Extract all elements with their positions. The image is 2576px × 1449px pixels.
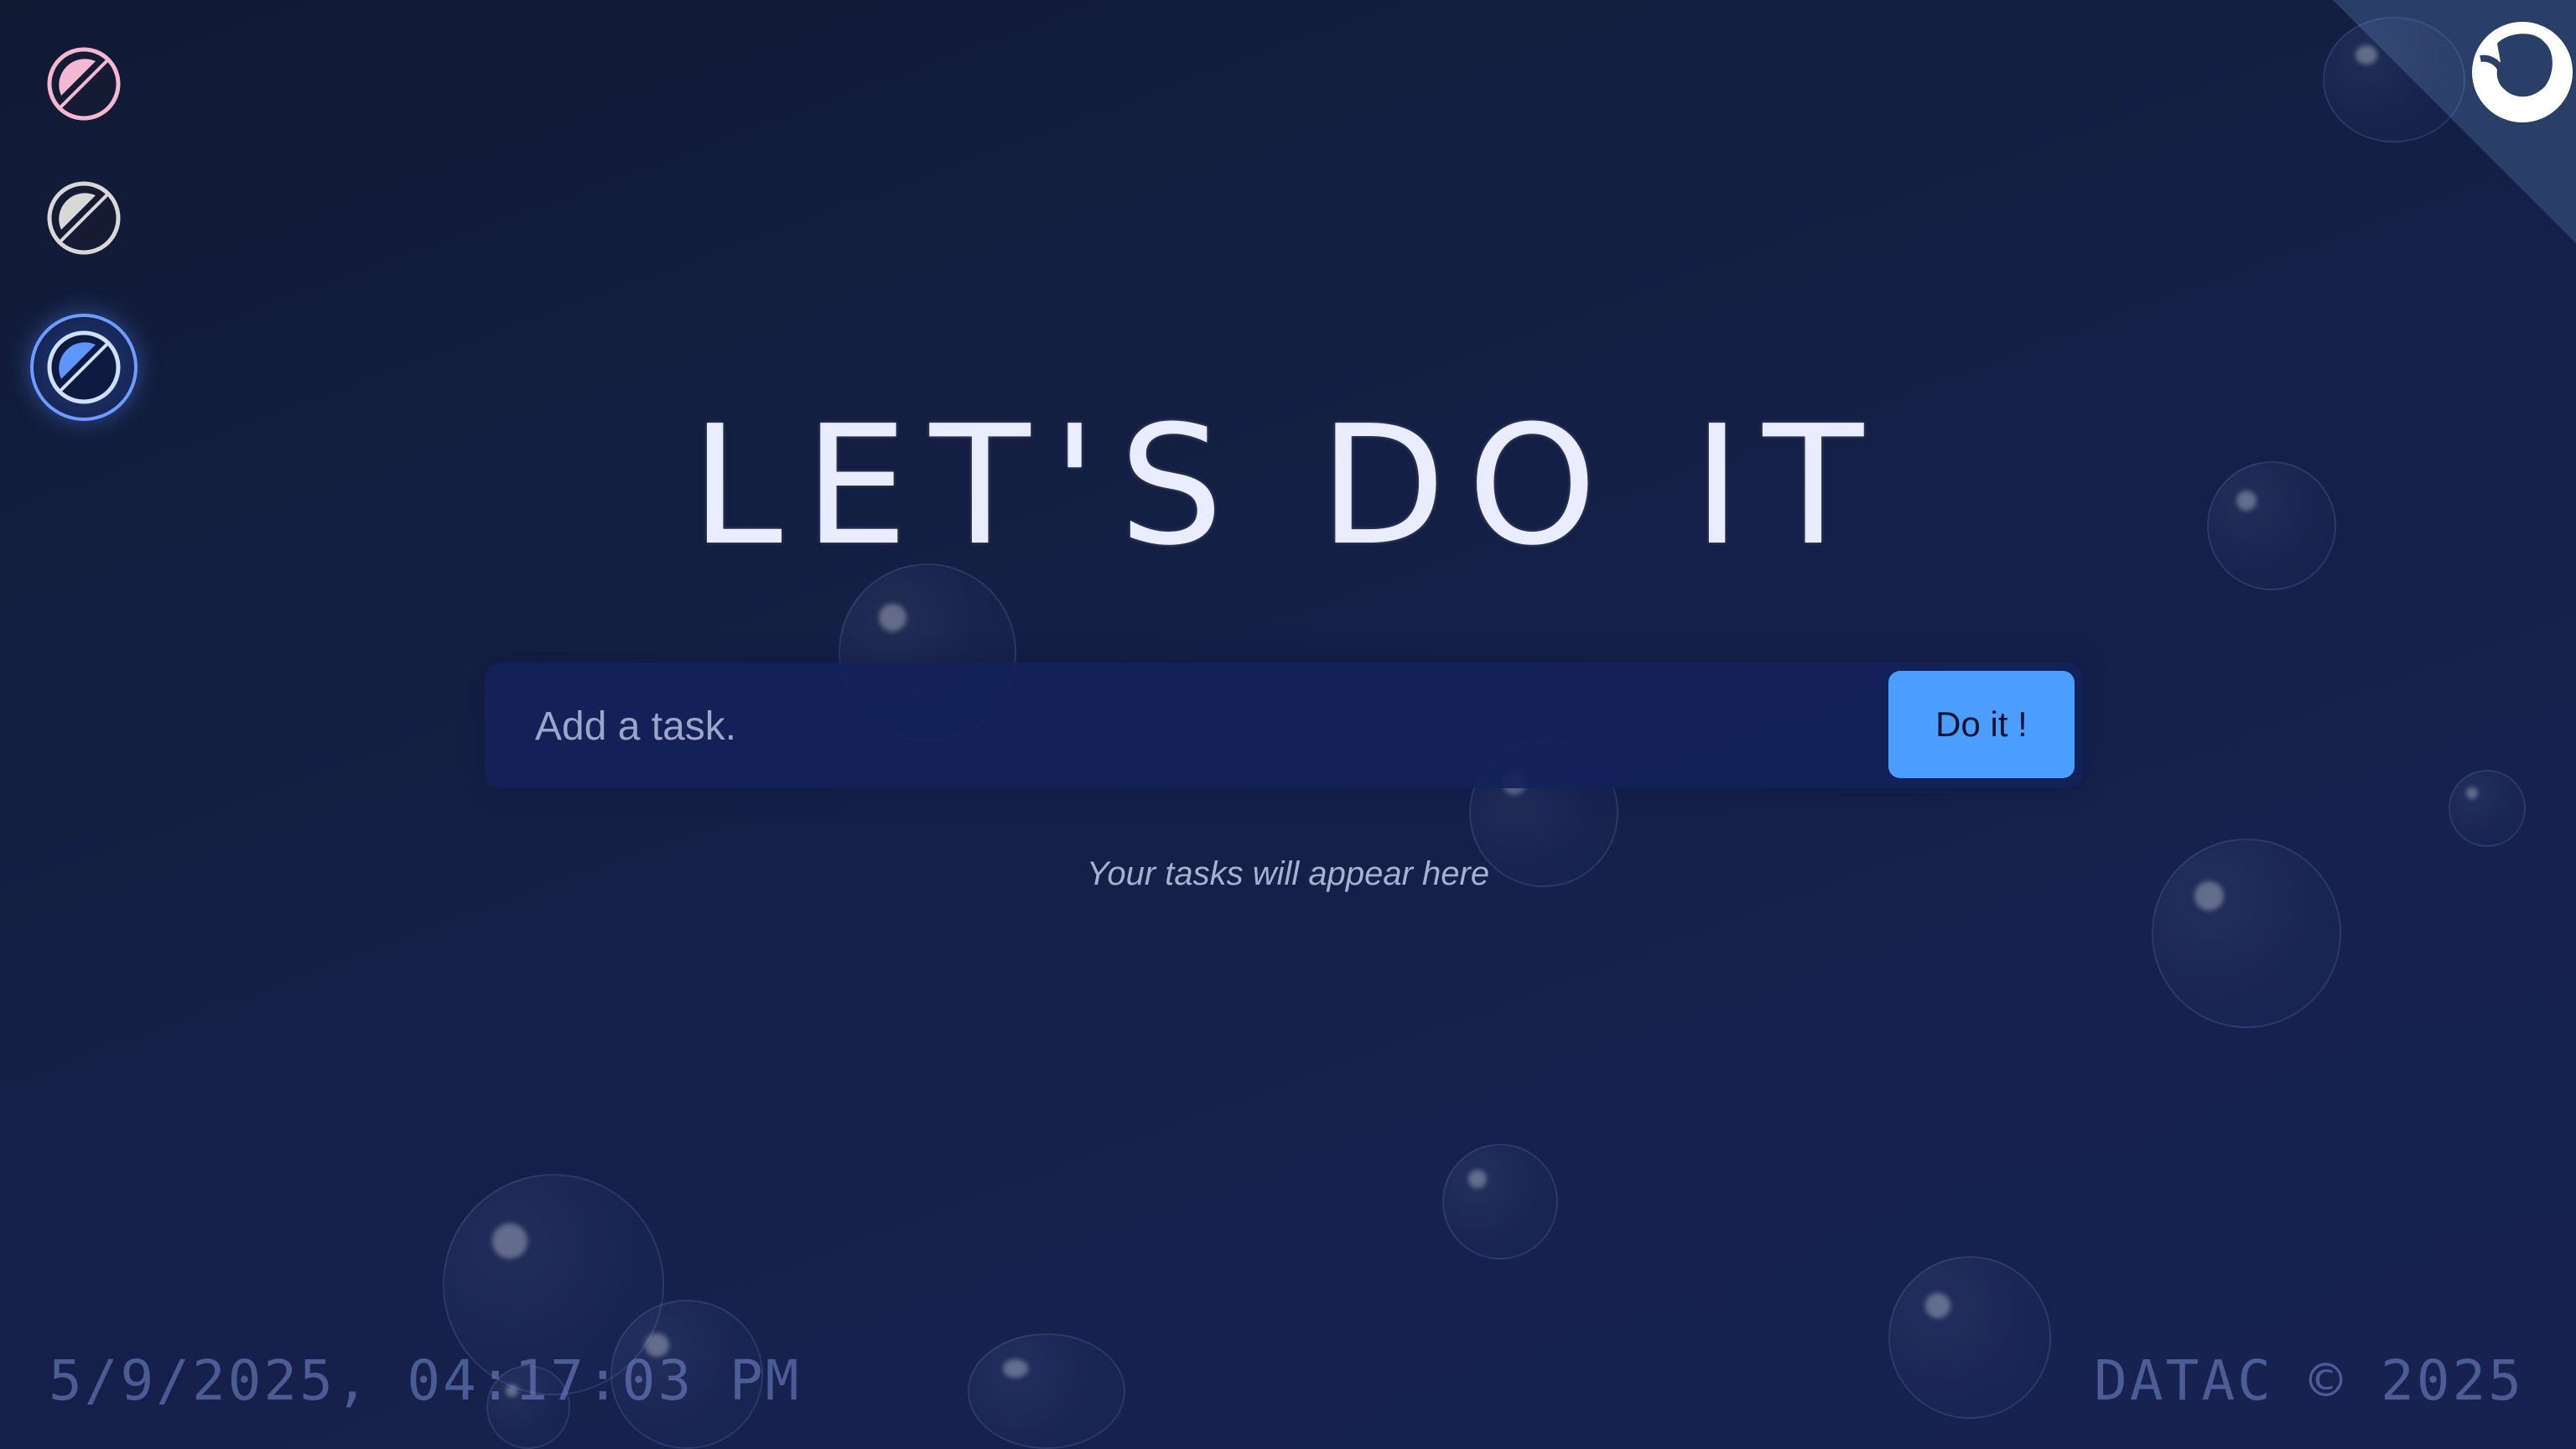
theme-blue-icon	[47, 330, 121, 404]
theme-gray-icon	[47, 181, 121, 255]
task-input[interactable]	[533, 662, 1794, 790]
theme-pink-button[interactable]	[45, 45, 122, 122]
theme-pink-icon	[47, 47, 121, 121]
empty-tasks-message: Your tasks will appear here	[1086, 855, 1490, 892]
bubble-decoration	[968, 1333, 1125, 1449]
copyright-text: DATAC © 2025	[2094, 1348, 2524, 1413]
bubble-decoration	[1442, 1144, 1558, 1259]
bubble-decoration	[2449, 770, 2526, 847]
current-datetime: 5/9/2025, 04:17:03 PM	[49, 1348, 802, 1413]
bubble-decoration	[1888, 1256, 2051, 1419]
theme-gray-button[interactable]	[45, 179, 122, 257]
bubble-decoration	[2323, 17, 2465, 143]
task-form: Do it !	[485, 662, 2083, 790]
add-task-button[interactable]: Do it !	[1888, 671, 2075, 778]
page-title: LET'S DO IT	[690, 391, 1886, 582]
